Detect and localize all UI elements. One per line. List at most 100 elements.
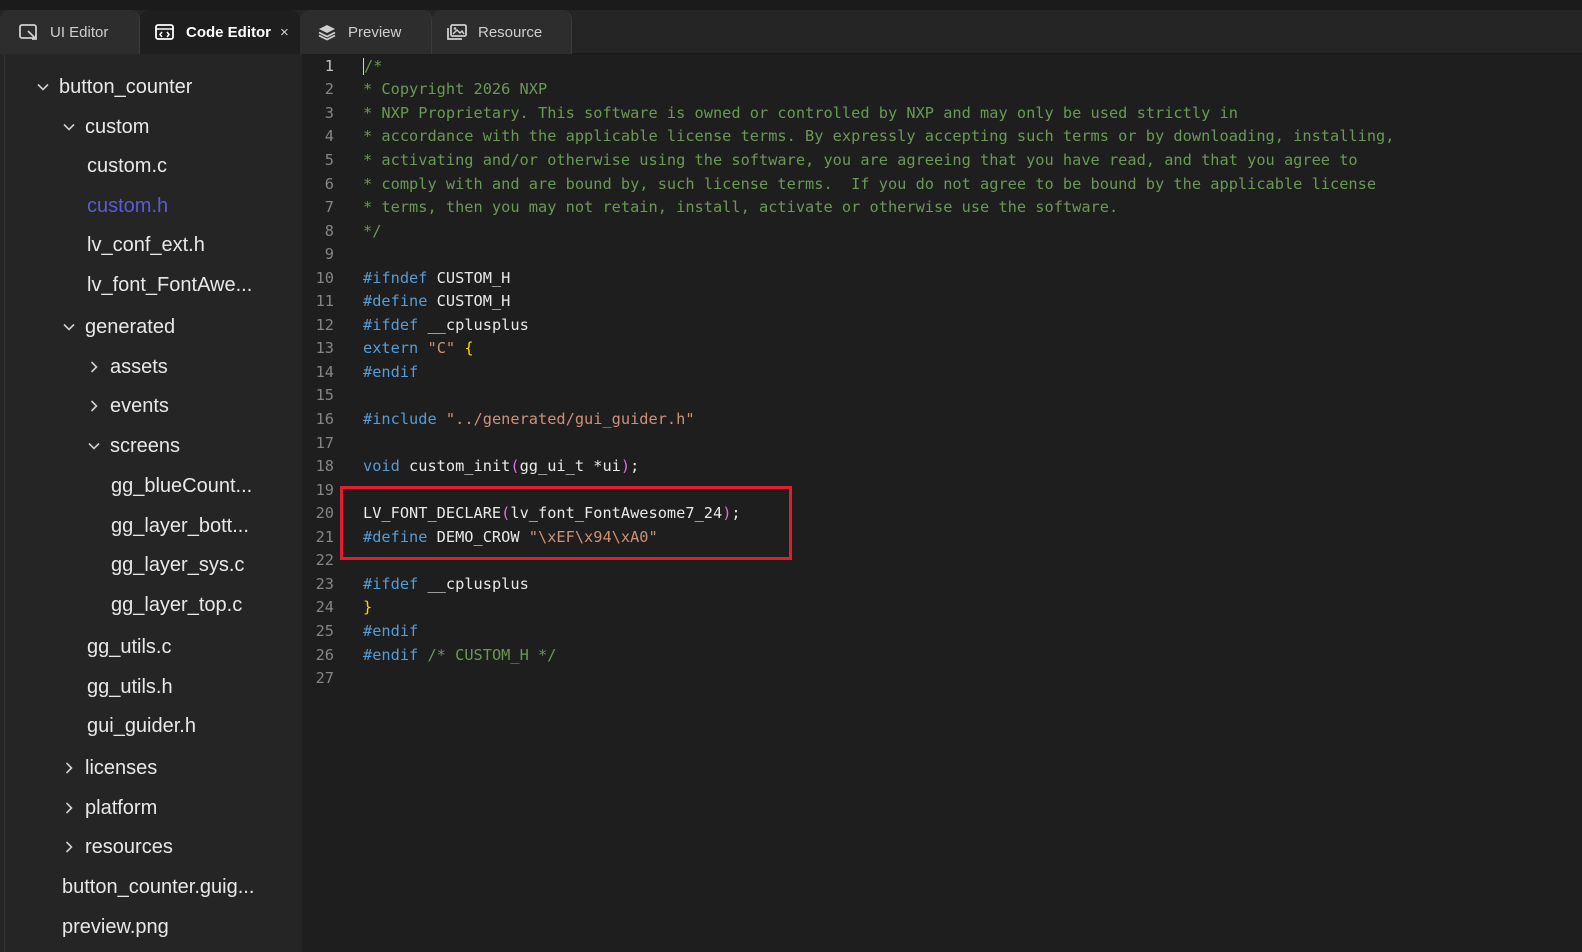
code-token: * NXP Proprietary. This software is owne… (363, 103, 1238, 122)
tree-file[interactable]: gg_blueCount... (5, 468, 302, 504)
code-token: #endif (363, 362, 419, 381)
tree-folder[interactable]: platform (5, 790, 302, 826)
line-number: 3 (324, 103, 334, 122)
code-line[interactable]: 12 #ifdef __cplusplus (302, 313, 1568, 337)
code-token: LV_FONT_DECLARE (363, 504, 502, 523)
code-line[interactable]: 21 #define DEMO_CROW "\xEF\x94\xA0" (302, 525, 1568, 549)
tab-label: UI Editor (50, 23, 109, 41)
code-token: #endif (363, 621, 419, 640)
code-token: #ifdef (363, 315, 419, 334)
editor-scrollbar[interactable] (1568, 54, 1582, 952)
line-number: 5 (324, 150, 334, 169)
tree-item-label: lv_font_FontAwe... (87, 273, 253, 296)
code-line[interactable]: 11 #define CUSTOM_H (302, 290, 1568, 314)
code-line[interactable]: 10 #ifndef CUSTOM_H (302, 266, 1568, 290)
tree-item-label: button_counter.guig... (62, 875, 255, 898)
code-line[interactable]: 9 (302, 242, 1568, 266)
tree-folder[interactable]: events (5, 388, 302, 424)
code-line[interactable]: 2 * Copyright 2026 NXP (302, 78, 1568, 102)
code-line[interactable]: 13 extern "C" { (302, 337, 1568, 361)
ui-editor-icon (18, 22, 40, 42)
tree-file[interactable]: gg_layer_top.c (5, 587, 302, 623)
line-number: 7 (324, 198, 334, 217)
code-text: #endif /* CUSTOM_H */ (363, 646, 556, 664)
line-number: 23 (315, 574, 334, 593)
code-editor[interactable]: 1 /* 2 * Copyright 2026 NXP 3 * NXP Proprieta… (302, 54, 1568, 952)
tree-file[interactable]: gg_layer_sys.c (5, 547, 302, 583)
tree-file[interactable]: gg_utils.c (5, 629, 302, 665)
tree-item-label: assets (110, 355, 168, 378)
line-number: 8 (324, 221, 334, 240)
code-line[interactable]: 24} (302, 596, 1568, 620)
tab-preview[interactable]: Preview (300, 10, 432, 54)
tab-ui-editor[interactable]: UI Editor (0, 10, 140, 54)
tree-file[interactable]: gg_layer_bott... (5, 508, 302, 544)
tree-folder[interactable]: resources (5, 829, 302, 865)
tree-folder[interactable]: button_counter (5, 69, 302, 105)
code-line[interactable]: 17 (302, 431, 1568, 455)
code-token: #include (363, 410, 437, 428)
tab-code-editor[interactable]: Code Editor × (140, 10, 300, 54)
tree-item-label: gg_utils.c (87, 635, 172, 658)
tree-file[interactable]: lv_font_FontAwe... (5, 267, 302, 303)
tab-resource[interactable]: Resource (432, 10, 572, 54)
code-text: * NXP Proprietary. This software is owne… (363, 104, 1238, 122)
code-line[interactable]: 6 * comply with and are bound by, such li… (302, 172, 1568, 196)
code-line[interactable]: 5 * activating and/or otherwise using the… (302, 148, 1568, 172)
code-token: ) (620, 457, 631, 476)
chevron-right-icon[interactable] (61, 760, 77, 776)
line-number: 24 (315, 598, 334, 617)
tree-folder[interactable]: custom (5, 109, 302, 145)
images-icon (446, 22, 468, 42)
code-line[interactable]: 27 (302, 666, 1568, 690)
code-line[interactable]: 23 #ifdef __cplusplus (302, 572, 1568, 596)
code-line[interactable]: 19 (302, 478, 1568, 502)
tree-file[interactable]: gg_utils.h (5, 669, 302, 705)
chevron-right-icon[interactable] (61, 800, 77, 816)
tab-label: Preview (348, 23, 402, 41)
code-line[interactable]: 26 #endif /* CUSTOM_H */ (302, 643, 1568, 667)
code-line[interactable]: 3 * NXP Proprietary. This software is own… (302, 101, 1568, 125)
code-line[interactable]: 18 void custom_init(gg_ui_t *ui); (302, 454, 1568, 478)
tree-file[interactable]: custom.h (5, 188, 302, 224)
tree-folder[interactable]: screens (5, 428, 302, 464)
tree-file[interactable]: button_counter.guig... (5, 869, 302, 905)
line-number: 19 (315, 480, 334, 499)
line-number: 22 (315, 551, 334, 570)
line-number: 13 (315, 339, 334, 358)
line-number: 15 (315, 386, 334, 405)
tree-item-label: generated (85, 315, 176, 338)
chevron-right-icon[interactable] (86, 398, 102, 414)
code-line[interactable]: 14 #endif (302, 360, 1568, 384)
code-line[interactable]: 8 */ (302, 219, 1568, 243)
chevron-down-icon[interactable] (61, 119, 77, 135)
tree-item-label: platform (85, 796, 158, 819)
tree-folder[interactable]: licenses (5, 750, 302, 786)
code-token: #define (363, 527, 428, 546)
code-line[interactable]: 7 * terms, then you may not retain, insta… (302, 195, 1568, 219)
code-token: "C" (427, 339, 456, 358)
tree-file[interactable]: lv_conf_ext.h (5, 227, 302, 263)
tree-file[interactable]: gui_guider.h (5, 708, 302, 744)
code-token: custom_init (399, 457, 511, 476)
tree-file[interactable]: custom.c (5, 148, 302, 184)
code-line[interactable]: 22 (302, 549, 1568, 573)
tree-folder[interactable]: assets (5, 349, 302, 385)
code-line[interactable]: 20 LV_FONT_DECLARE(lv_font_FontAwesome7_2… (302, 501, 1568, 525)
close-icon[interactable]: × (280, 24, 289, 41)
code-line[interactable]: 16 #include "../generated/gui_guider.h" (302, 407, 1568, 431)
code-line[interactable]: 4 * accordance with the applicable licens… (302, 125, 1568, 149)
code-line[interactable]: 1 /* (302, 54, 1568, 78)
code-token: * Copyright 2026 NXP (363, 80, 548, 99)
code-line[interactable]: 15 (302, 384, 1568, 408)
tree-folder[interactable]: generated (5, 309, 302, 345)
chevron-right-icon[interactable] (86, 359, 102, 375)
code-token: ( (501, 504, 511, 523)
chevron-down-icon[interactable] (35, 79, 51, 95)
chevron-down-icon[interactable] (61, 319, 77, 335)
chevron-down-icon[interactable] (86, 438, 102, 454)
chevron-right-icon[interactable] (61, 839, 77, 855)
tree-file[interactable]: preview.png (5, 909, 302, 945)
code-line[interactable]: 25 #endif (302, 619, 1568, 643)
